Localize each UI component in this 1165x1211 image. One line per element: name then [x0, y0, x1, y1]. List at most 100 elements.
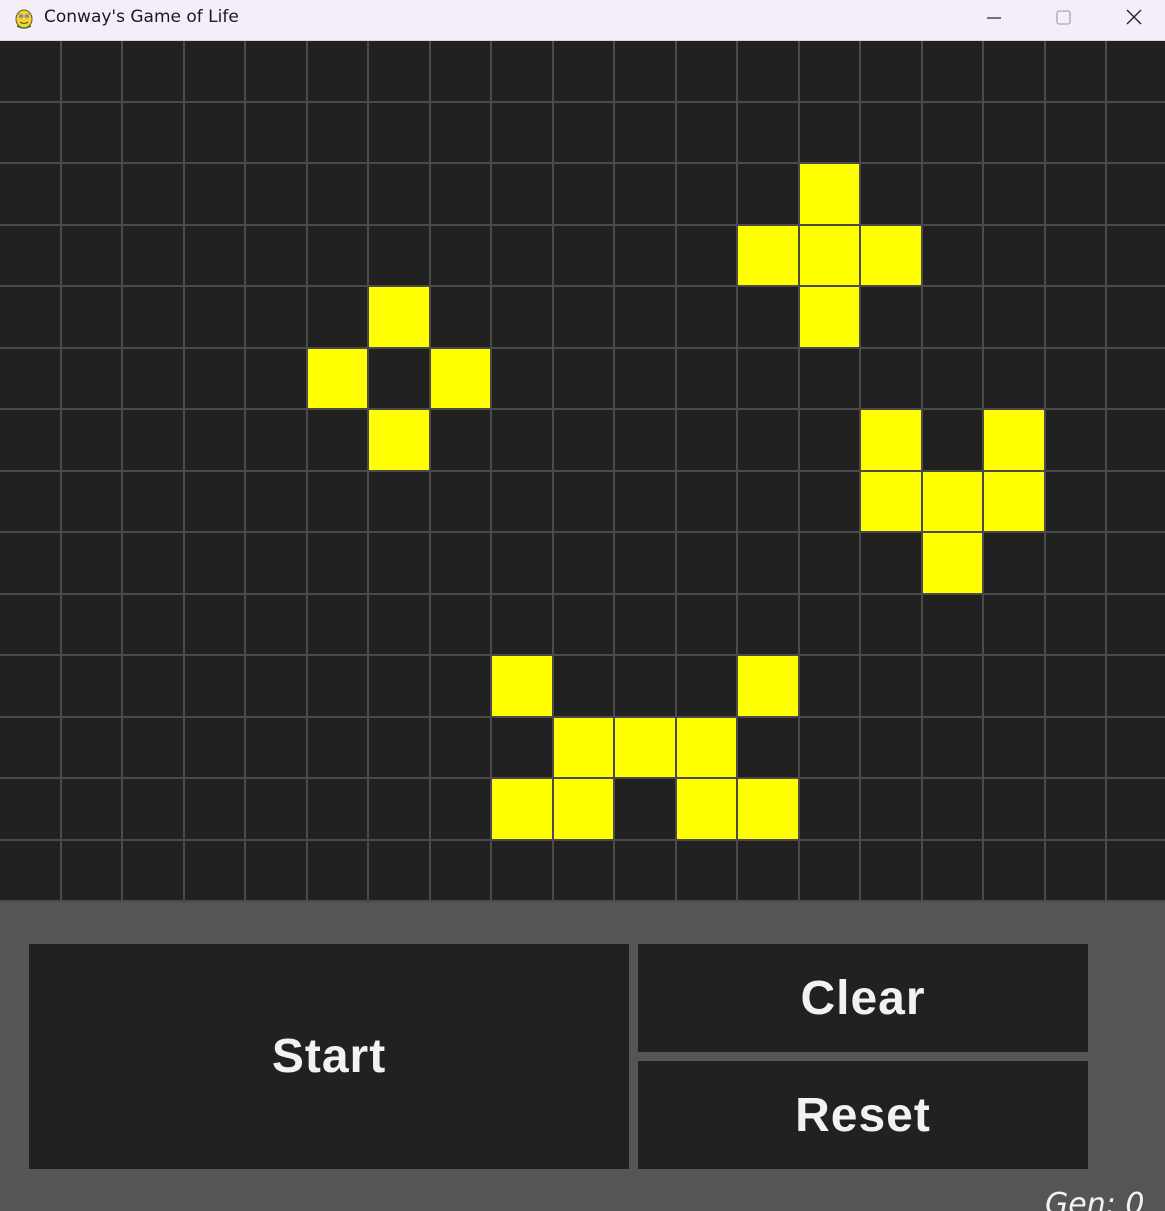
grid-cell[interactable]	[861, 595, 923, 656]
close-button[interactable]	[1098, 0, 1165, 40]
grid-cell[interactable]	[1107, 410, 1165, 472]
grid-cell[interactable]	[369, 103, 431, 164]
grid-cell-alive[interactable]	[492, 779, 554, 841]
grid-cell[interactable]	[123, 595, 185, 656]
grid-cell-alive[interactable]	[369, 287, 431, 349]
grid-cell[interactable]	[185, 718, 246, 779]
grid-cell[interactable]	[0, 226, 62, 287]
grid-cell[interactable]	[1107, 841, 1165, 902]
grid-cell[interactable]	[431, 41, 492, 103]
grid-cell-alive[interactable]	[738, 226, 800, 287]
grid-cell[interactable]	[369, 226, 431, 287]
grid-cell[interactable]	[308, 841, 369, 902]
grid-cell[interactable]	[800, 841, 861, 902]
grid-cell[interactable]	[123, 410, 185, 472]
grid-cell[interactable]	[923, 164, 984, 226]
grid-cell-alive[interactable]	[369, 410, 431, 472]
grid-cell[interactable]	[1107, 595, 1165, 656]
grid-cell[interactable]	[923, 103, 984, 164]
grid-cell[interactable]	[246, 226, 308, 287]
grid-cell[interactable]	[677, 164, 738, 226]
grid-cell[interactable]	[1046, 287, 1107, 349]
grid-cell-alive[interactable]	[677, 718, 738, 779]
grid-cell[interactable]	[62, 472, 123, 533]
grid-cell-alive[interactable]	[615, 718, 677, 779]
grid-cell-alive[interactable]	[800, 287, 861, 349]
grid-cell-alive[interactable]	[984, 472, 1046, 533]
grid-cell[interactable]	[554, 349, 615, 410]
grid-cell[interactable]	[1107, 656, 1165, 718]
grid-cell[interactable]	[308, 718, 369, 779]
grid-cell[interactable]	[62, 103, 123, 164]
grid-cell[interactable]	[308, 656, 369, 718]
grid-cell[interactable]	[369, 779, 431, 841]
grid-cell[interactable]	[615, 410, 677, 472]
grid-cell[interactable]	[492, 410, 554, 472]
grid-cell[interactable]	[984, 595, 1046, 656]
grid-cell[interactable]	[492, 841, 554, 902]
grid-cell[interactable]	[554, 410, 615, 472]
grid-cell[interactable]	[984, 164, 1046, 226]
life-grid[interactable]	[0, 41, 1165, 902]
grid-cell[interactable]	[554, 472, 615, 533]
grid-cell[interactable]	[615, 533, 677, 595]
grid-cell[interactable]	[62, 349, 123, 410]
grid-cell[interactable]	[308, 287, 369, 349]
grid-cell[interactable]	[738, 287, 800, 349]
grid-cell[interactable]	[492, 287, 554, 349]
grid-cell[interactable]	[554, 164, 615, 226]
grid-cell[interactable]	[923, 718, 984, 779]
grid-cell[interactable]	[369, 841, 431, 902]
grid-cell[interactable]	[800, 349, 861, 410]
grid-cell[interactable]	[738, 841, 800, 902]
grid-cell[interactable]	[123, 779, 185, 841]
grid-cell[interactable]	[369, 472, 431, 533]
grid-cell[interactable]	[492, 533, 554, 595]
grid-cell[interactable]	[369, 164, 431, 226]
grid-cell[interactable]	[1046, 103, 1107, 164]
clear-button[interactable]: Clear	[638, 944, 1088, 1052]
grid-cell[interactable]	[677, 472, 738, 533]
grid-cell[interactable]	[185, 841, 246, 902]
minimize-button[interactable]	[960, 0, 1028, 40]
grid-cell[interactable]	[185, 533, 246, 595]
grid-cell[interactable]	[246, 410, 308, 472]
grid-cell[interactable]	[246, 41, 308, 103]
grid-cell[interactable]	[431, 841, 492, 902]
grid-cell-alive[interactable]	[308, 349, 369, 410]
grid-cell[interactable]	[369, 349, 431, 410]
grid-cell[interactable]	[861, 656, 923, 718]
grid-cell[interactable]	[1046, 779, 1107, 841]
grid-cell[interactable]	[0, 103, 62, 164]
grid-cell[interactable]	[800, 779, 861, 841]
grid-cell[interactable]	[800, 533, 861, 595]
grid-cell[interactable]	[1046, 595, 1107, 656]
grid-cell[interactable]	[431, 472, 492, 533]
grid-cell[interactable]	[308, 472, 369, 533]
grid-cell[interactable]	[861, 779, 923, 841]
grid-cell[interactable]	[800, 595, 861, 656]
grid-cell[interactable]	[984, 841, 1046, 902]
grid-cell[interactable]	[62, 533, 123, 595]
grid-cell[interactable]	[308, 41, 369, 103]
grid-cell[interactable]	[554, 533, 615, 595]
grid-cell[interactable]	[923, 226, 984, 287]
grid-cell[interactable]	[62, 779, 123, 841]
grid-cell[interactable]	[369, 656, 431, 718]
grid-cell[interactable]	[431, 103, 492, 164]
grid-cell[interactable]	[677, 656, 738, 718]
grid-cell[interactable]	[185, 779, 246, 841]
grid-cell[interactable]	[923, 779, 984, 841]
grid-cell-alive[interactable]	[554, 718, 615, 779]
grid-cell[interactable]	[246, 779, 308, 841]
grid-cell-alive[interactable]	[677, 779, 738, 841]
grid-cell[interactable]	[308, 410, 369, 472]
grid-cell[interactable]	[984, 103, 1046, 164]
grid-cell[interactable]	[492, 349, 554, 410]
grid-cell[interactable]	[62, 841, 123, 902]
grid-cell[interactable]	[431, 287, 492, 349]
grid-cell[interactable]	[492, 103, 554, 164]
grid-cell[interactable]	[800, 103, 861, 164]
grid-cell[interactable]	[369, 41, 431, 103]
grid-cell-alive[interactable]	[554, 779, 615, 841]
